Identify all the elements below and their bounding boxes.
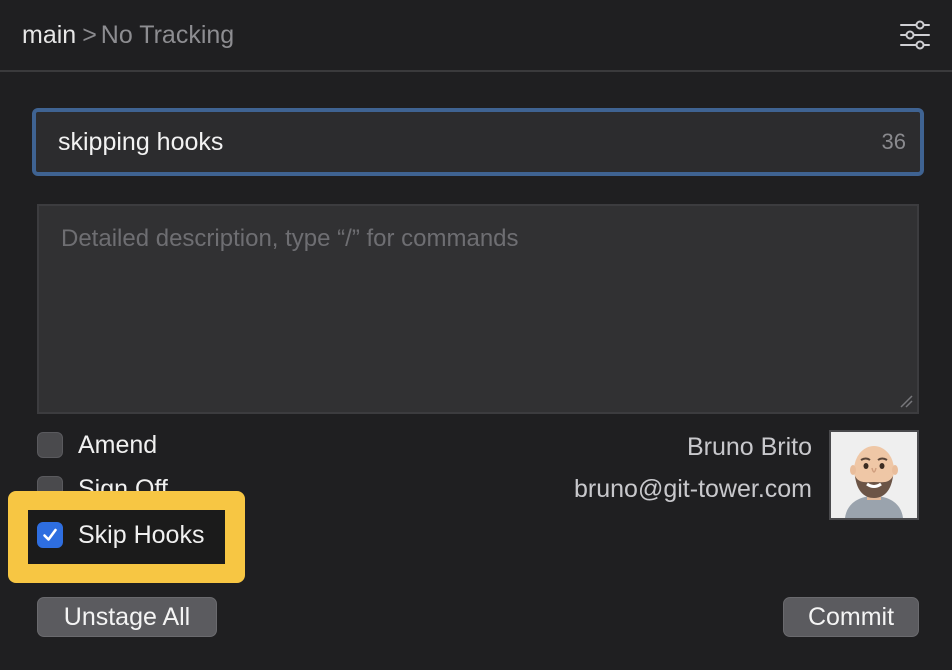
commit-button[interactable]: Commit [783, 597, 919, 637]
top-bar: main > No Tracking [0, 0, 952, 72]
amend-label: Amend [78, 431, 158, 459]
skip-hooks-option[interactable]: Skip Hooks [37, 520, 204, 550]
skip-hooks-checkbox[interactable] [37, 522, 63, 548]
avatar-illustration [831, 432, 917, 518]
tracking-status: No Tracking [100, 21, 235, 49]
commit-summary-input[interactable] [58, 112, 838, 172]
resize-grip-icon[interactable] [899, 394, 913, 408]
character-count: 36 [881, 129, 906, 154]
skip-hooks-label: Skip Hooks [78, 521, 205, 549]
checkmark-icon [43, 528, 57, 541]
sliders-icon[interactable] [898, 18, 932, 52]
amend-option[interactable]: Amend [37, 430, 157, 460]
author-email: bruno@git-tower.com [574, 475, 812, 503]
amend-checkbox[interactable] [37, 432, 63, 458]
commit-summary-field[interactable]: 36 [32, 108, 924, 176]
commit-description-field[interactable]: Detailed description, type “/” for comma… [37, 204, 919, 414]
avatar[interactable] [829, 430, 919, 520]
commit-panel: main>No Tracking 36 Detailed description… [0, 0, 952, 670]
breadcrumb: main > No Tracking [22, 20, 234, 50]
author-name: Bruno Brito [686, 433, 812, 461]
breadcrumb-separator: > [82, 21, 97, 49]
unstage-all-button[interactable]: Unstage All [37, 597, 217, 637]
branch-name[interactable]: main [22, 21, 76, 49]
description-placeholder: Detailed description, type “/” for comma… [61, 225, 519, 252]
